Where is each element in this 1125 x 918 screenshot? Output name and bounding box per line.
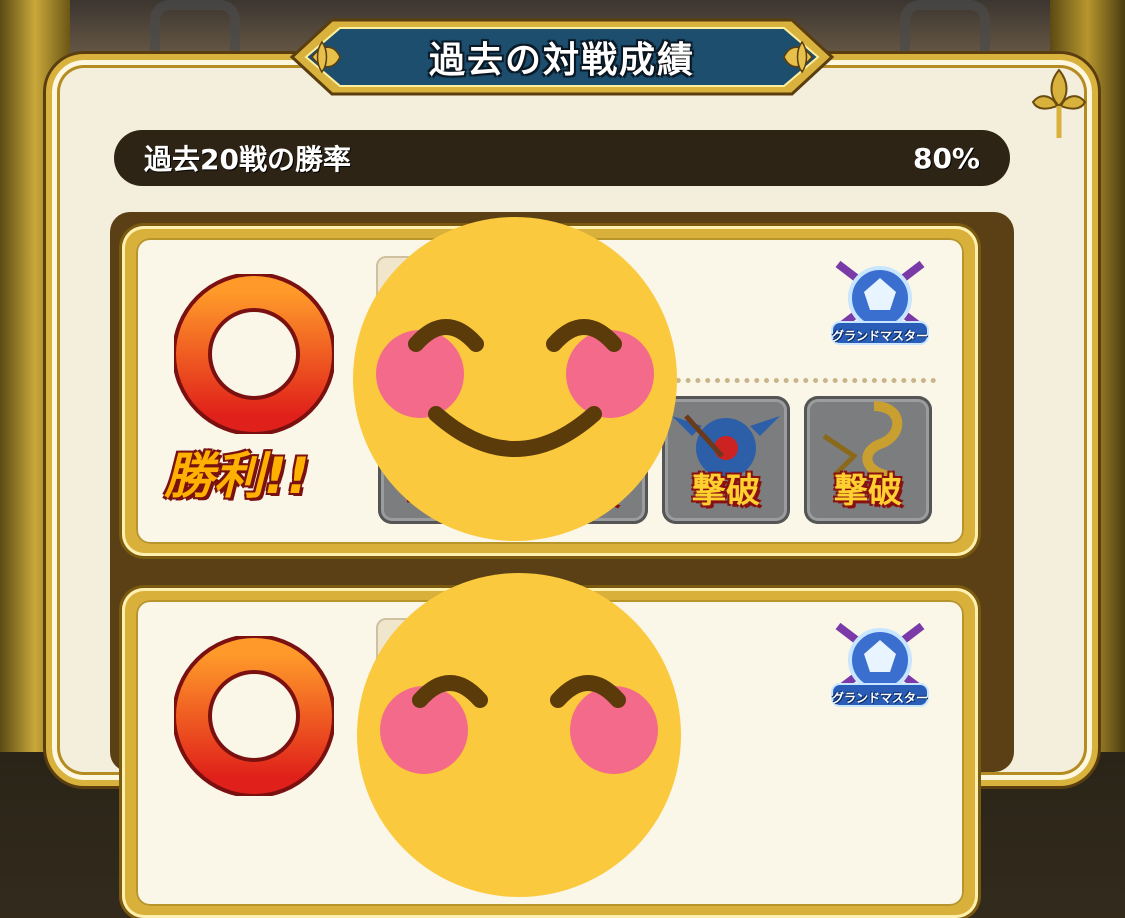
win-circle-icon xyxy=(174,636,334,796)
win-rate-value: 80% xyxy=(912,141,980,175)
win-circle-icon xyxy=(174,274,334,434)
win-rate-label: 過去20戦の勝率 xyxy=(144,143,351,176)
divider xyxy=(666,378,936,383)
page-title: 過去の対戦成績 xyxy=(428,40,695,81)
win-rate-bar: 過去20戦の勝率 80% xyxy=(114,130,1010,186)
title-banner: 過去の対戦成績 xyxy=(262,14,862,100)
monster-slot[interactable]: 撃破 xyxy=(804,396,932,524)
rank-badge: グランドマスター xyxy=(824,620,936,712)
monster-slot[interactable]: 撃破 xyxy=(662,396,790,524)
defeat-label: 撃破 xyxy=(692,471,760,511)
defeat-label: 撃破 xyxy=(834,471,902,511)
rank-badge-label: グランドマスター xyxy=(831,329,928,343)
rank-badge: グランドマスター xyxy=(824,258,936,350)
fleur-ornament-icon xyxy=(1031,68,1087,138)
smiley-sticker-icon xyxy=(353,217,677,541)
result-label: 勝利!! xyxy=(164,447,310,505)
smiley-sticker-icon xyxy=(357,573,681,897)
rank-badge-label: グランドマスター xyxy=(831,691,928,705)
